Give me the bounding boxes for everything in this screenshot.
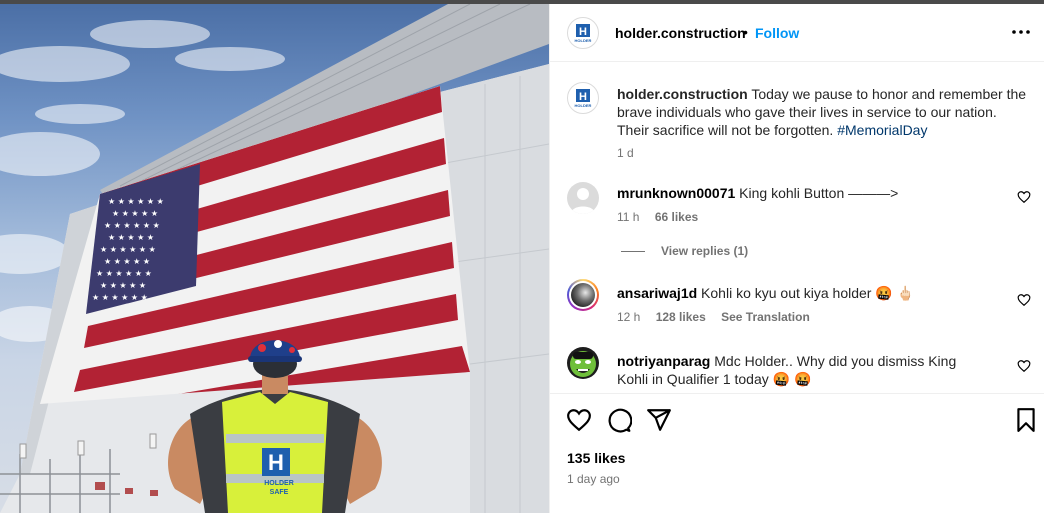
svg-text:H: H	[579, 26, 587, 38]
replies-line	[621, 251, 645, 253]
post-photo[interactable]: ★ ★ ★ ★ ★ ★ ★ ★ ★ ★ ★ ★ ★ ★ ★ ★ ★ ★ ★ ★ …	[0, 4, 549, 513]
comment-username[interactable]: ansariwaj1d	[617, 285, 697, 301]
svg-text:★ ★ ★ ★ ★ ★: ★ ★ ★ ★ ★ ★	[108, 197, 164, 206]
vest-logo-text: HOLDER	[264, 480, 294, 487]
photo-illustration: ★ ★ ★ ★ ★ ★ ★ ★ ★ ★ ★ ★ ★ ★ ★ ★ ★ ★ ★ ★ …	[0, 4, 549, 513]
save-bookmark-icon[interactable]	[1013, 407, 1039, 433]
caption-hashtag[interactable]: #MemorialDay	[837, 122, 927, 138]
view-replies-button[interactable]: View replies (1)	[621, 244, 748, 258]
svg-text:HOLDER: HOLDER	[575, 103, 592, 108]
post-header: H HOLDER holder.construction • Follow	[550, 4, 1044, 62]
comment-text: mrunknown00071 King kohli Button ———>	[617, 184, 1017, 202]
holder-logo-icon: H HOLDER	[575, 24, 592, 43]
comment-username[interactable]: mrunknown00071	[617, 185, 735, 201]
svg-text:★ ★ ★ ★ ★ ★: ★ ★ ★ ★ ★ ★	[96, 269, 152, 278]
comment-text: ansariwaj1d Kohli ko kyu out kiya holder…	[617, 284, 1017, 302]
follow-button[interactable]: Follow	[755, 25, 799, 41]
comment-meta: 11 h 66 likes	[617, 210, 710, 224]
account-avatar[interactable]: H HOLDER	[567, 17, 599, 49]
caption-text: holder.construction Today we pause to ho…	[617, 85, 1027, 139]
svg-text:★ ★ ★ ★ ★: ★ ★ ★ ★ ★	[112, 209, 158, 218]
view-replies-label: View replies (1)	[661, 244, 749, 258]
comment-body: King kohli Button ———>	[739, 185, 899, 201]
svg-text:★ ★ ★ ★ ★: ★ ★ ★ ★ ★	[104, 257, 150, 266]
comment-avatar-story-ring[interactable]	[567, 279, 599, 311]
comment-avatar[interactable]	[567, 182, 599, 214]
comment-body: Kohli ko kyu out kiya holder 🤬 🖕🏻	[701, 285, 915, 301]
svg-text:★ ★ ★ ★ ★ ★: ★ ★ ★ ★ ★ ★	[100, 245, 156, 254]
like-icon[interactable]	[566, 407, 592, 433]
hulk-avatar-icon	[570, 351, 596, 377]
svg-text:★ ★ ★ ★ ★: ★ ★ ★ ★ ★	[108, 233, 154, 242]
vest-sub-text: SAFE	[270, 489, 289, 496]
svg-text:H: H	[268, 450, 284, 475]
comment-likes[interactable]: 128 likes	[656, 310, 706, 324]
like-comment-icon[interactable]	[1017, 293, 1031, 307]
post-details-panel: H HOLDER holder.construction • Follow H …	[549, 4, 1044, 513]
svg-text:★ ★ ★ ★ ★ ★: ★ ★ ★ ★ ★ ★	[104, 221, 160, 230]
like-comment-icon[interactable]	[1017, 359, 1031, 373]
svg-text:H: H	[579, 91, 587, 103]
comment-avatar[interactable]	[567, 347, 599, 379]
avatar-image	[571, 283, 595, 307]
caption-time[interactable]: 1 d	[617, 146, 634, 160]
post-timestamp[interactable]: 1 day ago	[567, 472, 620, 486]
more-horizontal-icon[interactable]	[1011, 24, 1031, 40]
post-actions: 135 likes 1 day ago	[550, 393, 1044, 510]
comment-text: notriyanparag Mdc Holder.. Why did you d…	[617, 352, 962, 388]
comment-likes[interactable]: 66 likes	[655, 210, 698, 224]
account-username[interactable]: holder.construction	[615, 25, 746, 41]
caption-username[interactable]: holder.construction	[617, 86, 748, 102]
default-user-icon	[571, 188, 595, 214]
svg-text:HOLDER: HOLDER	[575, 38, 592, 43]
caption-avatar[interactable]: H HOLDER	[567, 82, 599, 114]
like-comment-icon[interactable]	[1017, 190, 1031, 204]
comment-meta: 12 h 128 likes See Translation	[617, 310, 822, 324]
separator-dot: •	[743, 24, 748, 40]
comment-time[interactable]: 12 h	[617, 310, 640, 324]
svg-text:★ ★ ★ ★ ★ ★: ★ ★ ★ ★ ★ ★	[92, 293, 148, 302]
holder-logo-icon: H HOLDER	[575, 89, 592, 108]
comment-time[interactable]: 11 h	[617, 210, 639, 224]
see-translation-button[interactable]: See Translation	[721, 310, 810, 324]
share-icon[interactable]	[646, 407, 672, 433]
avatar-inner	[569, 281, 597, 309]
svg-text:★ ★ ★ ★ ★: ★ ★ ★ ★ ★	[100, 281, 146, 290]
comment-username[interactable]: notriyanparag	[617, 353, 710, 369]
comment-icon[interactable]	[606, 407, 632, 433]
likes-count[interactable]: 135 likes	[567, 450, 625, 466]
